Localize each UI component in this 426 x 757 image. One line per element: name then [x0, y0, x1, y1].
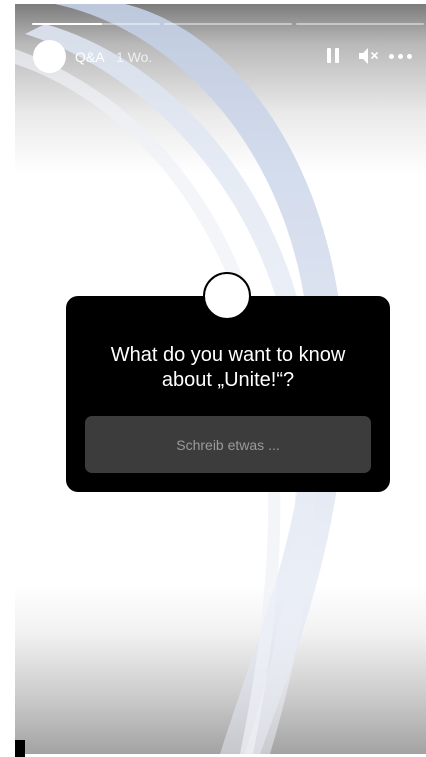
- mute-icon[interactable]: [357, 46, 381, 66]
- question-text: What do you want to know about „Unite!“?: [110, 344, 346, 391]
- progress-segment-fill: [32, 23, 103, 25]
- progress-segment: [164, 23, 292, 25]
- left-margin: [0, 0, 15, 757]
- sticker-avatar: [203, 272, 251, 320]
- pause-icon[interactable]: [325, 46, 341, 66]
- profile-avatar[interactable]: [33, 40, 66, 73]
- story-header: Q&A 1 Wo.: [33, 40, 418, 76]
- progress-segment: [296, 23, 424, 25]
- question-sticker: What do you want to know about „Unite!“?: [66, 296, 390, 492]
- username[interactable]: Q&A: [75, 49, 105, 65]
- post-time: 1 Wo.: [116, 49, 153, 65]
- progress-segment: [32, 23, 160, 25]
- more-icon[interactable]: [388, 46, 414, 66]
- answer-input[interactable]: [85, 416, 371, 473]
- bottom-corner: [15, 740, 25, 757]
- story-progress-bar: [32, 23, 424, 25]
